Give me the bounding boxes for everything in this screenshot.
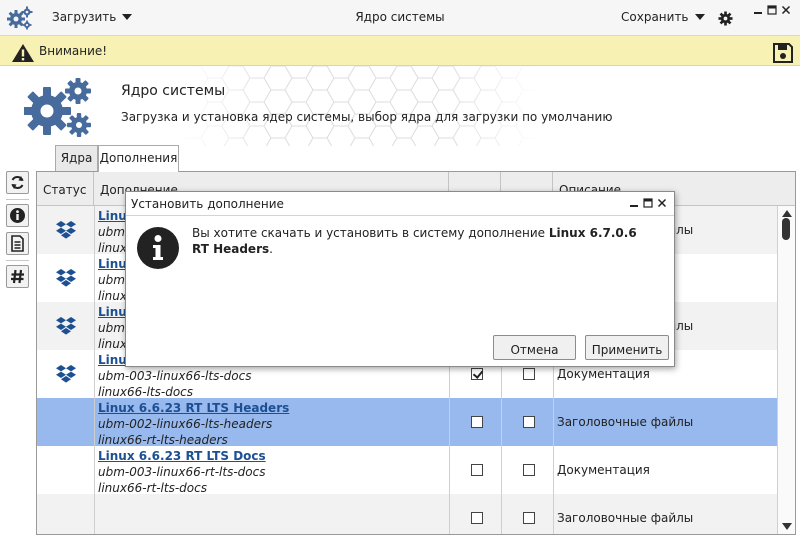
tab-addons[interactable]: Дополнения: [98, 145, 179, 172]
toolbar-divider: [6, 260, 29, 261]
document-icon: [11, 235, 24, 252]
info-icon: [137, 227, 179, 269]
install-addon-dialog: Установить дополнение Вы хотите скачать …: [125, 191, 675, 367]
default-checkbox[interactable]: [523, 464, 535, 476]
warning-triangle-icon: [12, 44, 34, 62]
column-divider: [94, 494, 95, 534]
table-row[interactable]: Заголовочные файлы: [37, 494, 777, 534]
dialog-title-bar: Установить дополнение: [126, 192, 674, 216]
addon-description: Документация: [557, 367, 650, 381]
refresh-button[interactable]: [6, 171, 29, 194]
minimize-icon[interactable]: [628, 197, 640, 209]
vertical-scrollbar[interactable]: [777, 206, 795, 534]
installed-checkbox[interactable]: [471, 416, 483, 428]
addon-version: linux66-lts-docs: [98, 385, 194, 399]
hash-button[interactable]: [6, 265, 29, 288]
column-divider: [94, 350, 95, 398]
dialog-message-end: .: [269, 242, 273, 256]
scroll-down-arrow-icon[interactable]: [782, 523, 792, 530]
column-divider: [553, 494, 554, 534]
column-divider: [501, 494, 502, 534]
dialog-title: Установить дополнение: [131, 197, 284, 211]
gear-icon[interactable]: [718, 11, 733, 26]
save-menu-label: Сохранить: [621, 10, 689, 24]
page-title: Ядро системы: [121, 83, 226, 99]
save-menu[interactable]: Сохранить: [621, 10, 705, 24]
column-status[interactable]: Статус: [37, 172, 94, 206]
warning-bar: Внимание!: [0, 36, 800, 66]
dropbox-box-icon: [55, 268, 77, 288]
page-subtitle: Загрузка и установка ядер системы, выбор…: [121, 110, 613, 124]
dropbox-box-icon: [55, 316, 77, 336]
maximize-icon[interactable]: [767, 5, 777, 15]
info-icon: [10, 208, 25, 223]
addon-package: ubm-003-linux66-lts-docs: [98, 369, 252, 383]
column-divider: [94, 206, 95, 254]
page-header: Ядро системы Загрузка и установка ядер с…: [0, 66, 800, 146]
scroll-up-arrow-icon[interactable]: [782, 210, 792, 217]
addon-description: Документация: [557, 463, 650, 477]
column-divider: [553, 398, 554, 446]
dropbox-box-icon: [55, 220, 77, 240]
dialog-message-text: Вы хотите скачать и установить в систему…: [192, 226, 549, 240]
gears-icon: [24, 78, 91, 137]
default-checkbox[interactable]: [523, 512, 535, 524]
floppy-disk-icon[interactable]: [772, 42, 794, 64]
dropbox-box-icon: [55, 364, 77, 384]
warning-text: Внимание!: [39, 44, 108, 58]
column-divider: [501, 398, 502, 446]
apply-button[interactable]: Применить: [585, 335, 669, 360]
default-checkbox[interactable]: [523, 368, 535, 380]
maximize-icon[interactable]: [642, 197, 654, 209]
column-divider: [94, 398, 95, 446]
column-divider: [449, 398, 450, 446]
addon-description: Заголовочные файлы: [557, 511, 694, 525]
table-row[interactable]: Linux 6.6.23 RT LTS Headers ubm-002-linux…: [37, 398, 777, 447]
close-icon[interactable]: [781, 5, 791, 15]
column-divider: [94, 446, 95, 494]
addon-version: linux66-rt-lts-docs: [98, 481, 207, 495]
column-divider: [449, 446, 450, 494]
log-button[interactable]: [6, 232, 29, 255]
hexagon-pattern: [180, 66, 540, 146]
installed-checkbox[interactable]: [471, 512, 483, 524]
column-divider: [553, 446, 554, 494]
info-button[interactable]: [6, 204, 29, 227]
tab-kernels[interactable]: Ядра: [55, 145, 98, 171]
installed-checkbox[interactable]: [471, 368, 483, 380]
table-row[interactable]: Linux 6.6.23 RT LTS Docs ubm-003-linux66-…: [37, 446, 777, 495]
addon-package: ubm-002-linux66-lts-headers: [98, 417, 273, 431]
addon-version: linux66-rt-lts-headers: [98, 433, 228, 447]
chevron-down-icon: [694, 14, 705, 20]
hash-icon: [11, 269, 24, 284]
column-divider: [501, 446, 502, 494]
column-divider: [449, 494, 450, 534]
title-bar: Загрузить Ядро системы Сохранить: [0, 0, 800, 36]
addon-package: ubm-003-linux66-rt-lts-docs: [98, 465, 266, 479]
column-divider: [94, 254, 95, 302]
dialog-message: Вы хотите скачать и установить в систему…: [192, 225, 652, 257]
scrollbar-thumb[interactable]: [782, 218, 790, 240]
addon-description: Заголовочные файлы: [557, 415, 694, 429]
addon-name-link[interactable]: Linux 6.6.23 RT LTS Headers: [98, 401, 289, 415]
addon-name-link[interactable]: Linux 6.6.23 RT LTS Docs: [98, 449, 266, 463]
cancel-button[interactable]: Отмена: [493, 335, 576, 360]
close-icon[interactable]: [656, 197, 668, 209]
default-checkbox[interactable]: [523, 416, 535, 428]
installed-checkbox[interactable]: [471, 464, 483, 476]
column-divider: [94, 302, 95, 350]
toolbar-divider: [6, 199, 29, 200]
refresh-icon: [11, 176, 24, 189]
minimize-icon[interactable]: [753, 5, 763, 15]
